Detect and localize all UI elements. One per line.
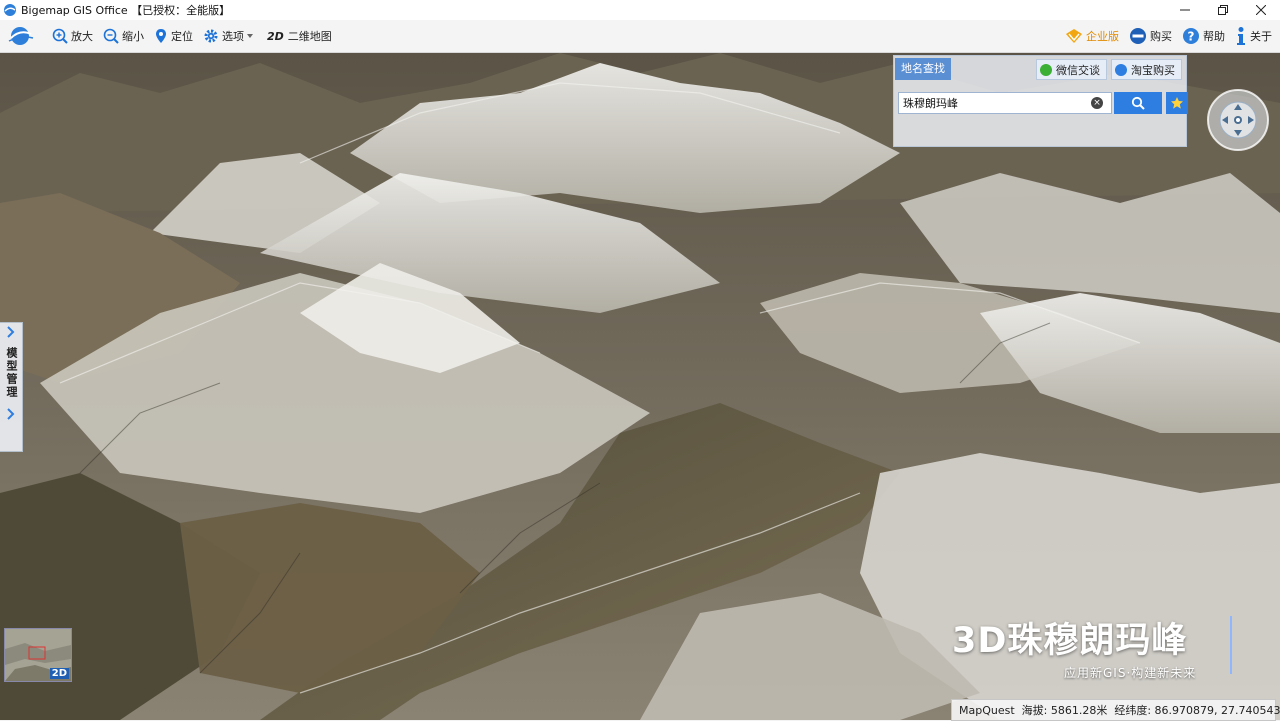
model-management-tab[interactable]: 模型管理 <box>0 322 23 452</box>
svg-text:?: ? <box>1188 30 1195 44</box>
main-toolbar: 放大 缩小 定位 选项 2D 二维地图 企业版 购买 ? 帮助 关于 <box>0 20 1280 53</box>
chevron-right-icon <box>7 408 15 420</box>
clear-search-icon[interactable]: × <box>1091 97 1103 109</box>
zoom-in-icon <box>52 28 68 44</box>
minimize-button[interactable] <box>1166 0 1204 20</box>
navigation-compass[interactable] <box>1206 88 1270 152</box>
brand-divider <box>1230 616 1232 674</box>
place-search-input[interactable] <box>898 92 1112 114</box>
zoom-out-button[interactable]: 缩小 <box>103 23 144 49</box>
zoom-in-button[interactable]: 放大 <box>52 23 93 49</box>
expand-top-button[interactable] <box>0 323 22 341</box>
restore-icon <box>1218 5 1228 15</box>
wechat-icon <box>1040 63 1052 76</box>
zoom-out-icon <box>103 28 119 44</box>
title-bar: Bigemap GIS Office 【已授权：全能版】 <box>0 0 1280 20</box>
help-button[interactable]: ? 帮助 <box>1182 23 1225 49</box>
gear-icon <box>204 29 218 43</box>
overview-minimap[interactable]: 2D <box>4 628 72 682</box>
enterprise-badge-icon <box>1066 29 1082 43</box>
window-controls <box>1166 0 1280 20</box>
globe-logo-icon <box>8 27 34 45</box>
favorite-button[interactable] <box>1166 92 1188 114</box>
taobao-icon <box>1115 63 1127 76</box>
buy-button[interactable]: 购买 <box>1129 23 1172 49</box>
help-icon: ? <box>1183 28 1199 44</box>
2d-map-button[interactable]: 2D 二维地图 <box>267 23 332 49</box>
contact-links: 微信交谈 淘宝购买 <box>1032 59 1182 80</box>
model-management-label: 模型管理 <box>5 347 18 399</box>
info-figure-icon <box>1237 27 1245 45</box>
search-icon <box>1131 96 1145 110</box>
close-button[interactable] <box>1242 0 1280 20</box>
search-row: × <box>898 92 1188 114</box>
search-panel-header: 地名查找 微信交谈 淘宝购买 <box>894 56 1186 82</box>
chevron-right-icon <box>7 326 15 338</box>
buy-icon <box>1130 28 1146 44</box>
taobao-buy-button[interactable]: 淘宝购买 <box>1111 59 1182 80</box>
minimap-2d-badge: 2D <box>49 668 69 679</box>
app-logo-icon <box>4 4 16 16</box>
wechat-chat-button[interactable]: 微信交谈 <box>1036 59 1107 80</box>
brand-title: 3D珠穆朗玛峰 <box>952 621 1188 661</box>
place-search-panel: 地名查找 微信交谈 淘宝购买 × <box>893 55 1188 147</box>
minimize-icon <box>1180 9 1190 11</box>
star-icon <box>1171 97 1183 109</box>
map-provider: MapQuest <box>959 703 1015 717</box>
enterprise-button[interactable]: 企业版 <box>1065 23 1119 49</box>
status-bar: MapQuest 海拔: 5861.28米 经纬度: 86.970879, 27… <box>951 699 1280 721</box>
window-title: Bigemap GIS Office 【已授权：全能版】 <box>21 4 231 17</box>
maximize-button[interactable] <box>1204 0 1242 20</box>
brand-subtitle: 应用新GIS·构建新未来 <box>1064 666 1197 680</box>
toolbar-right-group: 企业版 购买 ? 帮助 关于 <box>1055 20 1272 52</box>
expand-bottom-button[interactable] <box>0 405 22 423</box>
about-button[interactable]: 关于 <box>1235 23 1272 49</box>
tab-place-search[interactable]: 地名查找 <box>895 58 951 80</box>
coordinates-readout: 经纬度: 86.970879, 27.740543 <box>1114 704 1280 717</box>
map-pin-icon <box>156 29 166 43</box>
close-icon <box>1256 5 1266 15</box>
chevron-down-icon <box>247 34 253 38</box>
2d-mode-icon: 2D <box>267 29 284 43</box>
elevation-readout: 海拔: 5861.28米 <box>1021 704 1108 717</box>
options-dropdown[interactable]: 选项 <box>203 23 257 49</box>
locate-button[interactable]: 定位 <box>154 23 193 49</box>
search-button[interactable] <box>1114 92 1162 114</box>
toolbar-logo[interactable] <box>8 24 38 48</box>
